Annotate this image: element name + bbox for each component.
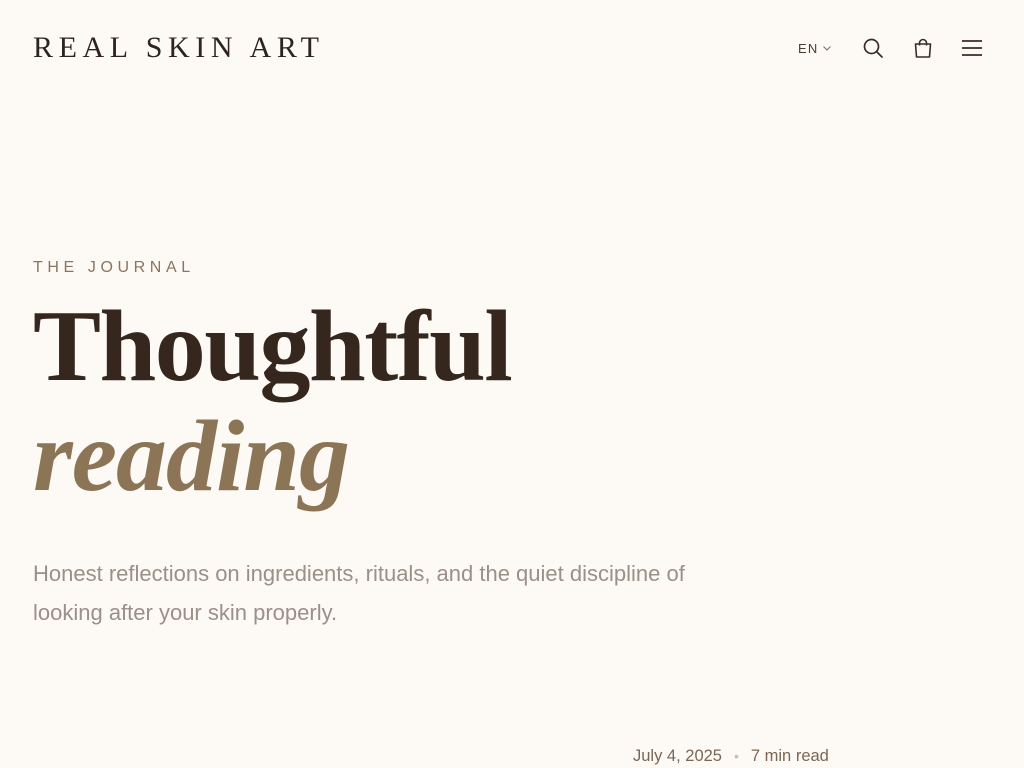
search-icon [862, 37, 884, 59]
search-button[interactable] [861, 36, 885, 60]
menu-icon [961, 39, 983, 57]
hero-headline: Thoughtful reading [33, 290, 513, 513]
language-code: EN [798, 40, 819, 56]
shopping-bag-icon [912, 37, 934, 59]
headline-line-2: reading [33, 400, 350, 513]
site-header: REAL SKIN ART EN [0, 0, 1024, 96]
article-read-time: 7 min read [750, 747, 829, 765]
article-meta: July 4, 2025 • 7 min read [633, 745, 829, 767]
language-selector[interactable]: EN [798, 38, 838, 58]
site-logo[interactable]: REAL SKIN ART [33, 28, 325, 68]
hero-intro: Honest reflections on ingredients, ritua… [33, 561, 685, 625]
section-eyebrow: THE JOURNAL [33, 259, 195, 276]
chevron-down-icon [822, 39, 832, 57]
menu-button[interactable] [960, 36, 984, 60]
meta-separator: • [733, 748, 739, 764]
cart-button[interactable] [911, 36, 935, 60]
article-date: July 4, 2025 [633, 747, 722, 765]
headline-line-1: Thoughtful [33, 290, 513, 403]
